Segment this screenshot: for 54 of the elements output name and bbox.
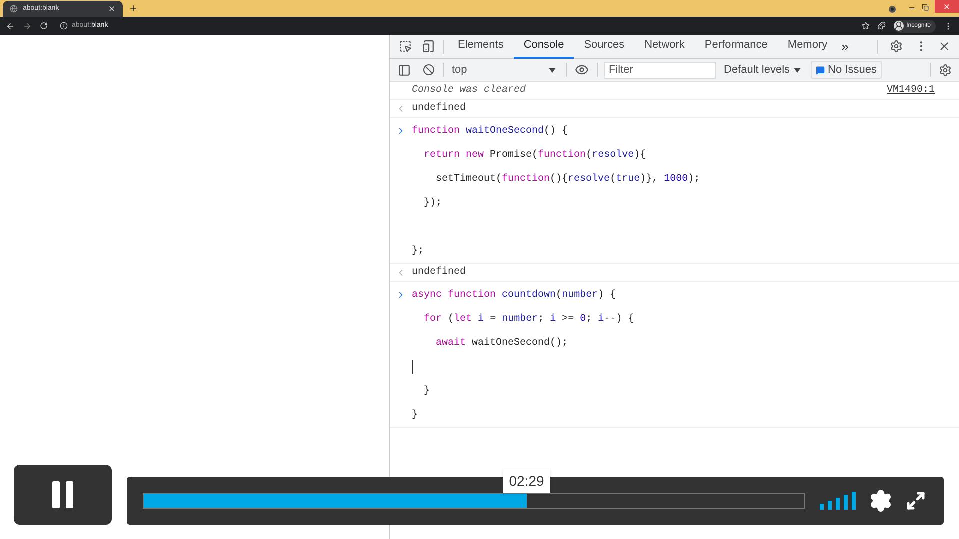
console-message: Console was cleared: [412, 84, 526, 98]
code-line: }: [412, 408, 418, 422]
sidebar-toggle-icon[interactable]: [398, 64, 411, 76]
devtools-tab[interactable]: Sources: [574, 34, 635, 58]
eye-icon[interactable]: [575, 63, 589, 77]
console-settings-icon[interactable]: [939, 64, 952, 76]
settings-icon[interactable]: [890, 40, 903, 53]
code-line: return new Promise(function(resolve){: [424, 148, 646, 162]
log-levels-dropdown[interactable]: Default levels: [724, 62, 802, 78]
settings-icon[interactable]: [869, 489, 893, 513]
close-icon[interactable]: [938, 40, 951, 53]
clear-console-icon[interactable]: [423, 64, 435, 76]
bookmark-star-icon[interactable]: [862, 22, 870, 30]
devtools-tab[interactable]: Performance: [694, 34, 778, 58]
close-icon: [943, 2, 951, 10]
device-toolbar-icon[interactable]: [422, 40, 435, 53]
back-icon[interactable]: [6, 22, 15, 30]
code-line: await waitOneSecond();: [436, 336, 568, 350]
code-line: }: [424, 384, 430, 398]
filter-field[interactable]: Filter: [604, 62, 716, 78]
devtools-tab[interactable]: Memory: [778, 34, 838, 58]
volume-icon[interactable]: [820, 492, 856, 510]
result-value: undefined: [412, 266, 466, 280]
text-cursor: [412, 360, 413, 374]
source-link[interactable]: VM1490:1: [886, 83, 935, 98]
result-value: undefined: [412, 102, 466, 116]
restore-icon[interactable]: [922, 4, 929, 11]
code-line: setTimeout(function(){resolve(true)}, 1000);: [436, 172, 700, 186]
code-line: };: [412, 244, 424, 258]
reload-icon[interactable]: [40, 22, 48, 30]
dropdown-caret-icon: [549, 68, 556, 72]
devtools-tab[interactable]: Network: [634, 34, 695, 58]
time-tooltip: 02:29: [503, 469, 550, 493]
message-icon: [816, 66, 826, 74]
close-icon[interactable]: [108, 5, 116, 13]
profile-avatar-icon: [894, 21, 904, 31]
globe-icon: [10, 5, 18, 13]
extensions-icon[interactable]: [878, 22, 886, 30]
dropdown-caret-icon: [794, 68, 802, 72]
context-selector[interactable]: top: [448, 62, 560, 78]
fullscreen-icon[interactable]: [906, 491, 926, 511]
more-tabs[interactable]: »: [842, 36, 849, 56]
play-pause-button[interactable]: [14, 465, 112, 525]
issues-button[interactable]: No Issues: [811, 61, 882, 79]
code-line: async function countdown(number) {: [412, 288, 616, 302]
new-tab-icon[interactable]: [129, 4, 138, 13]
inspect-icon[interactable]: [399, 40, 412, 53]
devtools-tab[interactable]: Elements: [448, 34, 514, 58]
code-line: });: [424, 196, 442, 210]
record-icon: [889, 6, 896, 13]
code-line: for (let i = number; i >= 0; i--) {: [424, 312, 634, 326]
forward-icon[interactable]: [23, 22, 32, 30]
code-line: function waitOneSecond() {: [412, 124, 568, 138]
info-icon: [60, 22, 68, 30]
